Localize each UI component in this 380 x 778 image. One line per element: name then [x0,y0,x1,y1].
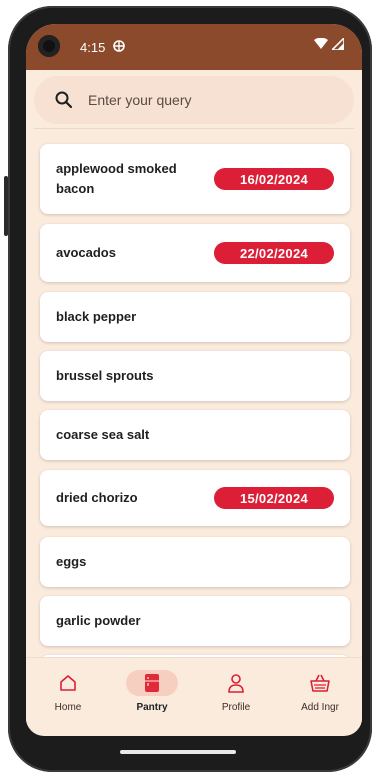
nav-home-label: Home [54,702,82,713]
camera-cutout [38,35,60,57]
app-screen: 4:15 applewood smoked bacon 16/02/2024 a… [26,24,362,736]
item-name: coarse sea salt [56,427,150,442]
list-item[interactable]: avocados 22/02/2024 [40,224,350,282]
search-input[interactable] [86,91,330,109]
search-icon [55,91,73,109]
pantry-list[interactable]: applewood smoked bacon 16/02/2024 avocad… [26,136,362,658]
sync-icon [112,39,126,56]
nav-add-label: Add Ingr [301,702,339,713]
list-item[interactable]: applewood smoked bacon 16/02/2024 [40,144,350,214]
gesture-home-bar[interactable] [120,750,236,754]
nav-pantry-label: Pantry [136,702,168,713]
expiry-date-badge: 15/02/2024 [214,487,334,509]
list-item[interactable]: brussel sprouts [40,351,350,401]
list-item[interactable]: eggs [40,537,350,587]
status-time: 4:15 [80,40,106,55]
nav-home[interactable]: Home [26,658,110,728]
status-icons [314,36,345,53]
nav-add-ingredient[interactable]: Add Ingr [278,658,362,728]
volume-button [4,176,8,236]
search-divider [34,128,354,129]
nav-profile-icon-wrap [210,670,262,696]
item-name: garlic powder [56,613,141,628]
item-name: dried chorizo [56,490,138,505]
home-icon [60,675,76,691]
item-name: applewood smoked bacon [56,161,177,196]
item-name: black pepper [56,309,137,324]
nav-profile-label: Profile [221,702,251,713]
wifi-icon [314,37,328,53]
person-icon [228,674,244,693]
item-name: avocados [56,245,116,260]
list-item[interactable]: black pepper [40,292,350,342]
nav-home-icon-wrap [42,670,94,696]
list-item[interactable]: dried chorizo 15/02/2024 [40,470,350,526]
fridge-icon [145,674,159,692]
list-item[interactable]: coarse sea salt [40,410,350,460]
item-name: brussel sprouts [56,368,154,383]
bottom-navigation: Home Pantry Profile Add Ingr [26,658,362,728]
search-bar[interactable] [34,76,354,124]
basket-icon [310,674,330,692]
nav-profile[interactable]: Profile [194,658,278,728]
nav-add-icon-wrap [294,670,346,696]
list-item[interactable]: garlic powder [40,596,350,646]
expiry-date-badge: 16/02/2024 [214,168,334,190]
signal-icon [330,36,345,53]
nav-pantry[interactable]: Pantry [110,658,194,728]
expiry-date-badge: 22/02/2024 [214,242,334,264]
item-name: eggs [56,554,87,569]
status-bar: 4:15 [26,24,362,70]
nav-pantry-icon-wrap [126,670,178,696]
